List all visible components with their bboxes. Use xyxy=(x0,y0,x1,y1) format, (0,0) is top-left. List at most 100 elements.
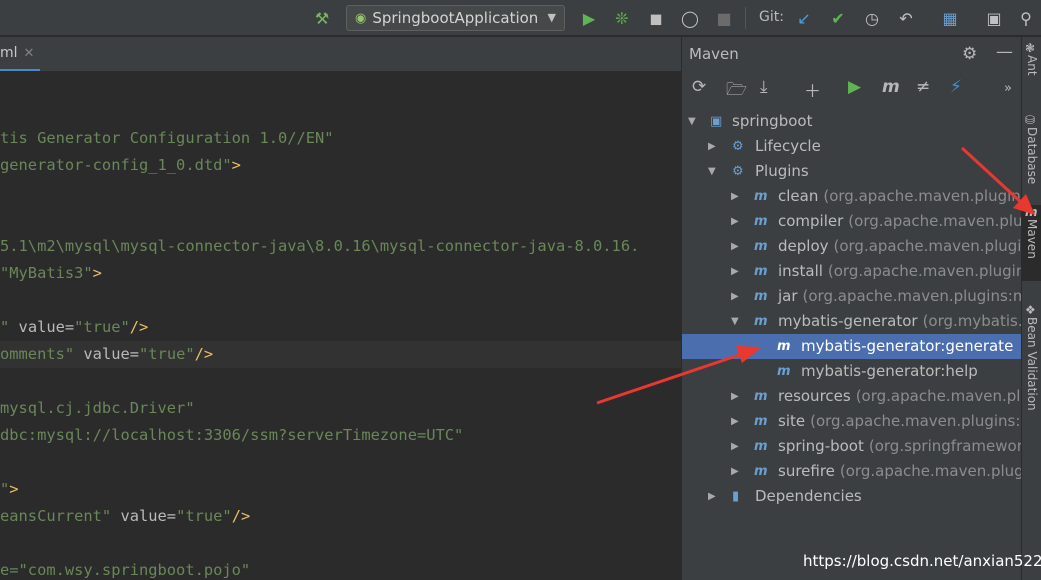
tree-plugin[interactable]: ▶mclean(org.apache.maven.plugins:m xyxy=(682,184,1022,209)
code-token: value= xyxy=(9,318,75,336)
git-commit-icon[interactable]: ✔ xyxy=(827,6,849,30)
code-token: /> xyxy=(231,507,251,525)
search-icon[interactable]: ⚲ xyxy=(1015,6,1037,30)
spring-leaf-icon: ◉ xyxy=(355,10,367,26)
expanded-arrow-icon[interactable]: ▼ xyxy=(708,159,716,184)
maven-tool-window: Maven ⚙ — ⟳ 🗁 ⤓ ＋ ▶ m ≠ ⚡ » ▼ ▣ springboot… xyxy=(681,37,1022,580)
coverage-icon[interactable]: ◼ xyxy=(645,6,667,30)
tree-goal-help[interactable]: m mybatis-generator:help xyxy=(682,359,1022,384)
stripe-bean-validation[interactable]: ❖ Bean Validation xyxy=(1022,303,1041,411)
toggle-offline-icon[interactable]: ≠ xyxy=(916,77,930,97)
debug-icon[interactable]: ❊ xyxy=(611,6,633,30)
tree-item-label: mybatis-generator:help xyxy=(801,359,983,384)
editor-tab[interactable]: ml ✕ xyxy=(0,37,40,71)
tree-project[interactable]: ▼ ▣ springboot xyxy=(682,109,1022,134)
add-icon[interactable]: ＋ xyxy=(804,77,821,102)
code-token: "MyBatis3" xyxy=(0,264,93,282)
tree-item-group: (org.apache.maven.plugins:mave xyxy=(810,412,1022,430)
editor-tab-bar xyxy=(0,37,681,71)
tree-item-name: springboot xyxy=(732,112,813,130)
tree-plugin[interactable]: ▼ m mybatis-generator(org.mybatis.gene xyxy=(682,309,1022,334)
stripe-ant-label: Ant xyxy=(1025,55,1039,76)
expanded-arrow-icon[interactable]: ▼ xyxy=(731,309,739,334)
maven-goal-icon: m xyxy=(777,364,791,379)
tree-item-name: compiler xyxy=(778,212,844,230)
code-token: dbc:mysql://localhost:3306/ssm?serverTim… xyxy=(0,426,464,444)
main-toolbar: ⚒ ◉ SpringbootApplication ▼ ▶ ❊ ◼ ◯ ■ Gi… xyxy=(0,0,1041,36)
run-icon[interactable]: ▶ xyxy=(578,6,600,30)
maven-header: Maven ⚙ — xyxy=(682,37,1022,71)
code-token: " xyxy=(0,480,10,498)
tree-plugin[interactable]: ▶ m compiler(org.apache.maven.plugins xyxy=(682,209,1022,234)
git-rollback-icon[interactable]: ↶ xyxy=(895,6,917,30)
tree-plugin[interactable]: ▶ m spring-boot(org.springframework.bo xyxy=(682,434,1022,459)
hide-minus-icon[interactable]: — xyxy=(996,42,1013,62)
project-structure-icon[interactable]: ▦ xyxy=(939,6,961,30)
stripe-database[interactable]: ⛁ Database xyxy=(1022,113,1041,184)
tree-item-label: mybatis-generator(org.mybatis.gene xyxy=(778,309,1022,334)
tree-plugin[interactable]: ▶msite(org.apache.maven.plugins:mave xyxy=(682,409,1022,434)
collapsed-arrow-icon[interactable]: ▶ xyxy=(731,434,739,459)
run-configuration-select[interactable]: ◉ SpringbootApplication ▼ xyxy=(346,5,565,31)
tree-goal-generate[interactable]: m mybatis-generator:generate xyxy=(682,334,1022,359)
collapsed-arrow-icon[interactable]: ▶ xyxy=(708,484,716,509)
tree-item-label: site(org.apache.maven.plugins:mave xyxy=(778,409,1022,434)
code-token: /> xyxy=(194,345,214,363)
add-folder-icon[interactable]: 🗁 xyxy=(726,77,747,106)
collapsed-arrow-icon[interactable]: ▶ xyxy=(708,134,716,159)
terminal-icon[interactable]: ▣ xyxy=(983,6,1005,30)
dependencies-icon: ▮ xyxy=(732,489,740,504)
stripe-maven[interactable]: m Maven xyxy=(1022,205,1041,281)
collapsed-arrow-icon[interactable]: ▶ xyxy=(731,184,739,209)
tree-dependencies[interactable]: ▶ ▮ Dependencies xyxy=(682,484,1022,509)
tree-item-name: deploy xyxy=(778,237,829,255)
watermark-text: https://blog.csdn.net/anxian5227 xyxy=(803,552,1041,570)
tree-item-label: jar(org.apache.maven.plugins:maver xyxy=(778,284,1022,309)
tree-lifecycle[interactable]: ▶ ⚙ Lifecycle xyxy=(682,134,1022,159)
close-icon[interactable]: ✕ xyxy=(24,46,35,61)
code-token: /> xyxy=(129,318,149,336)
git-update-icon[interactable]: ↙ xyxy=(793,6,815,30)
expanded-arrow-icon[interactable]: ▼ xyxy=(688,109,696,134)
tree-item-label: install(org.apache.maven.plugins:ma xyxy=(778,259,1022,284)
more-icon[interactable]: » xyxy=(1004,81,1012,96)
tree-plugins[interactable]: ▼ ⚙ Plugins xyxy=(682,159,1022,184)
stripe-bean-validation-label: Bean Validation xyxy=(1025,317,1039,411)
maven-goal-icon[interactable]: m xyxy=(882,77,900,97)
tree-item-label: Plugins xyxy=(755,159,814,184)
run-configuration-label: SpringbootApplication xyxy=(372,9,539,27)
skip-tests-icon[interactable]: ⚡ xyxy=(950,77,962,97)
tree-item-label: springboot xyxy=(732,109,817,134)
tree-plugin[interactable]: ▶ m install(org.apache.maven.plugins:ma xyxy=(682,259,1022,284)
tree-plugin[interactable]: ▶ m surefire(org.apache.maven.plugins:n xyxy=(682,459,1022,484)
settings-gear-icon[interactable]: ⚙ xyxy=(962,44,977,64)
tree-plugin[interactable]: ▶mdeploy(org.apache.maven.plugins:m xyxy=(682,234,1022,259)
collapsed-arrow-icon[interactable]: ▶ xyxy=(731,209,739,234)
collapsed-arrow-icon[interactable]: ▶ xyxy=(731,234,739,259)
stripe-ant[interactable]: ❃ Ant xyxy=(1022,41,1041,76)
collapsed-arrow-icon[interactable]: ▶ xyxy=(731,284,739,309)
tree-plugin[interactable]: ▶mjar(org.apache.maven.plugins:maver xyxy=(682,284,1022,309)
build-hammer-icon[interactable]: ⚒ xyxy=(310,6,334,30)
maven-project-icon: ▣ xyxy=(710,114,723,129)
maven-m-icon: m xyxy=(1025,205,1038,219)
collapsed-arrow-icon[interactable]: ▶ xyxy=(731,259,739,284)
collapsed-arrow-icon[interactable]: ▶ xyxy=(731,384,739,409)
collapsed-arrow-icon[interactable]: ▶ xyxy=(731,409,739,434)
run-maven-icon[interactable]: ▶ xyxy=(848,77,861,97)
stop-icon[interactable]: ■ xyxy=(713,6,735,30)
download-icon[interactable]: ⤓ xyxy=(760,77,768,97)
git-history-icon[interactable]: ◷ xyxy=(861,6,883,30)
profile-icon[interactable]: ◯ xyxy=(679,6,701,30)
code-token: > xyxy=(9,480,19,498)
code-editor[interactable]: tis Generator Configuration 1.0//EN" gene… xyxy=(0,71,681,580)
folder-gear-icon: ⚙ xyxy=(732,139,744,154)
code-token: "true" xyxy=(139,345,195,363)
tree-item-group: (org.apache.maven.plugins:m xyxy=(823,187,1022,205)
tree-plugin[interactable]: ▶ m resources(org.apache.maven.plugins: xyxy=(682,384,1022,409)
reload-icon[interactable]: ⟳ xyxy=(692,77,706,97)
code-token: e="com.wsy.springboot.pojo" xyxy=(0,561,251,579)
collapsed-arrow-icon[interactable]: ▶ xyxy=(731,459,739,484)
maven-plugin-icon: m xyxy=(754,314,768,329)
tree-item-name: surefire xyxy=(778,462,835,480)
